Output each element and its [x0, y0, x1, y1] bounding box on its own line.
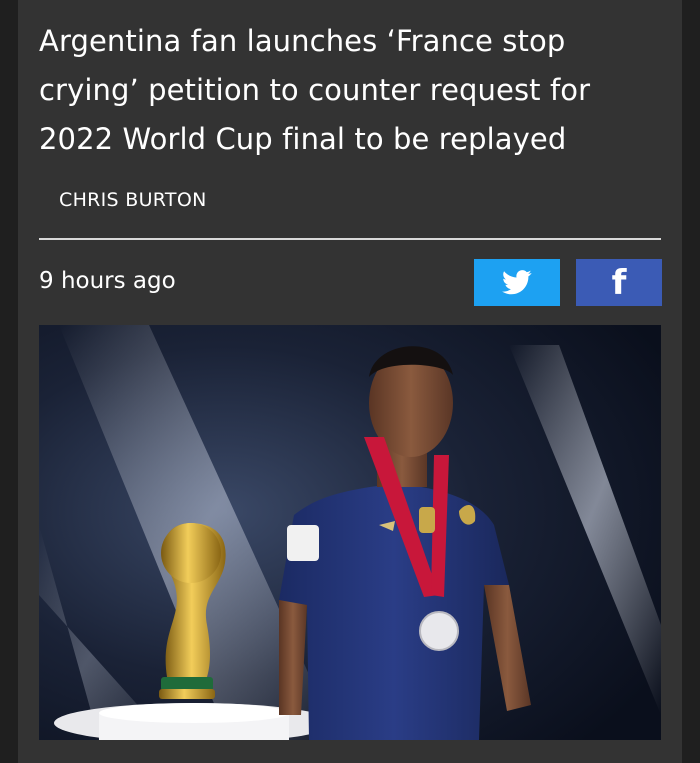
facebook-share-button[interactable]: f: [576, 259, 662, 306]
article-photo[interactable]: [39, 325, 661, 740]
author-name[interactable]: CHRIS BURTON: [59, 189, 207, 211]
article-title[interactable]: Argentina fan launches ‘France stop cryi…: [39, 17, 639, 164]
article-card: Argentina fan launches ‘France stop cryi…: [18, 0, 682, 763]
twitter-bird-icon: [502, 270, 532, 295]
divider: [39, 238, 661, 240]
twitter-share-button[interactable]: [474, 259, 560, 306]
article-timestamp: 9 hours ago: [39, 268, 176, 294]
facebook-f-icon: f: [611, 262, 627, 303]
player-with-trophy-photo: [39, 325, 661, 740]
